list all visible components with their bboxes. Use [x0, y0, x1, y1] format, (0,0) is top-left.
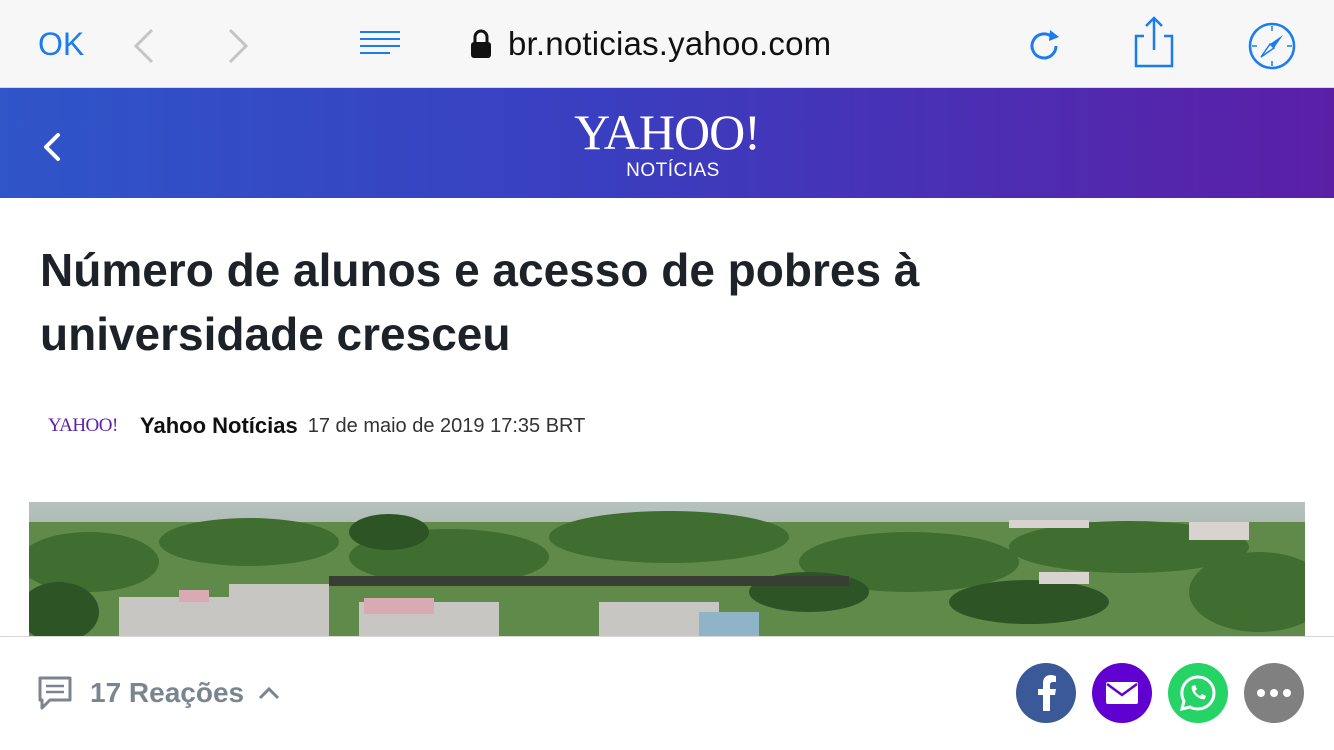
reader-mode-icon[interactable] — [360, 30, 400, 58]
publish-date: 17 de maio de 2019 17:35 BRT — [307, 414, 586, 437]
email-share-button[interactable] — [1092, 663, 1152, 723]
done-button[interactable]: OK — [38, 26, 84, 63]
browser-toolbar: OK br.noticias.yahoo.com — [0, 0, 1334, 88]
reactions-count: 17 Reações — [90, 677, 245, 708]
byline: YAHOO! Yahoo Notícias 17 de maio de 2019… — [48, 406, 585, 446]
facebook-share-button[interactable] — [1016, 663, 1076, 723]
url-text: br.noticias.yahoo.com — [508, 25, 832, 62]
facebook-icon — [1038, 675, 1056, 711]
article-headline: Número de alunos e acesso de pobres à un… — [40, 244, 920, 360]
yahoo-logo[interactable]: YAHOO! — [0, 104, 1334, 160]
comment-icon — [38, 676, 72, 710]
reload-icon[interactable] — [1026, 26, 1062, 66]
chevron-right-icon[interactable] — [226, 28, 250, 64]
section-title: NOTÍCIAS — [626, 160, 720, 181]
lock-icon — [470, 29, 492, 59]
reactions-button[interactable]: 17 Reações — [36, 673, 280, 713]
compass-icon[interactable] — [1248, 22, 1296, 70]
article-photo[interactable] — [29, 502, 1305, 642]
chevron-left-icon[interactable] — [132, 28, 156, 64]
bottom-bar: 17 Reações — [0, 636, 1334, 750]
site-header: YAHOO! NOTÍCIAS — [0, 88, 1334, 198]
share-icon[interactable] — [1132, 14, 1176, 70]
whatsapp-icon — [1179, 675, 1216, 712]
more-share-button[interactable] — [1244, 663, 1304, 723]
more-dots-icon — [1257, 689, 1291, 697]
whatsapp-share-button[interactable] — [1168, 663, 1228, 723]
author-name[interactable]: Yahoo Notícias — [140, 413, 298, 439]
chevron-up-icon — [258, 686, 280, 700]
envelope-icon — [1106, 682, 1138, 704]
source-logo: YAHOO! — [48, 415, 118, 436]
address-bar[interactable]: br.noticias.yahoo.com — [470, 22, 831, 66]
